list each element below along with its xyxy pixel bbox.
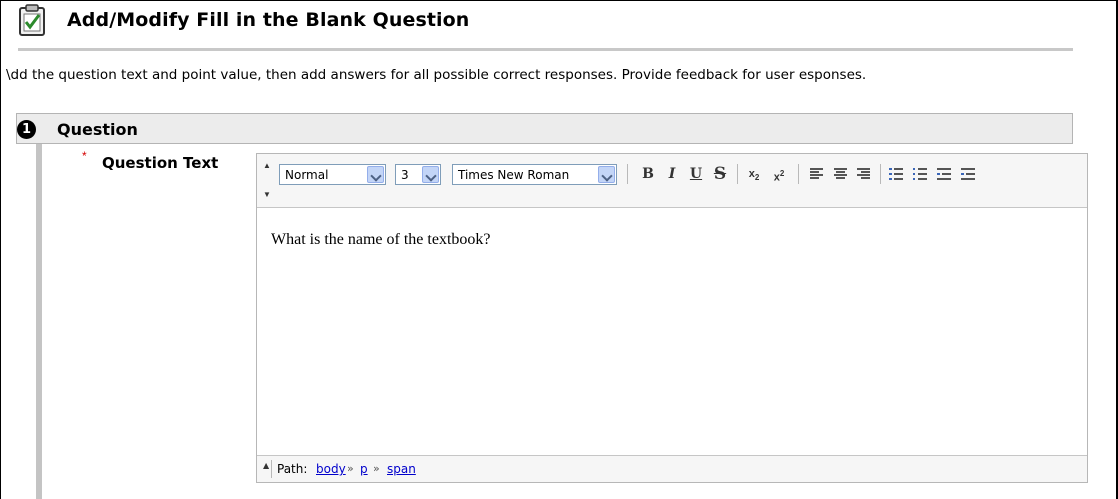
page-title: Add/Modify Fill in the Blank Question [67,9,470,31]
step-number-badge: 1 [17,120,36,139]
section-indent-rule [36,144,42,499]
path-link-p[interactable]: p [360,462,368,476]
instructions-text: \dd the question text and point value, t… [6,67,867,83]
numbered-list-icon[interactable] [889,167,903,181]
chevron-down-icon [422,166,439,183]
toolbar-separator [880,164,881,184]
toolbar-expand-icon[interactable]: ▼ [263,190,271,199]
rich-text-editor: ▲ ▼ Normal 3 Times New Roman B I U S x2 … [256,153,1088,483]
font-family-select[interactable]: Times New Roman [452,164,617,185]
font-size-select[interactable]: 3 [395,164,441,185]
font-family-value: Times New Roman [458,168,570,182]
path-separator: » [347,462,354,475]
align-right-icon[interactable] [857,168,870,180]
bulleted-list-icon[interactable] [913,167,927,181]
path-link-body[interactable]: body [316,462,346,476]
path-bar-toggle-icon[interactable]: ▲ [263,461,269,470]
bold-button[interactable]: B [638,164,658,184]
toolbar-collapse-icon[interactable]: ▲ [263,161,271,170]
path-link-span[interactable]: span [387,462,416,476]
font-size-value: 3 [401,168,409,182]
path-divider [271,460,272,478]
paragraph-style-value: Normal [285,168,329,182]
paragraph-style-select[interactable]: Normal [279,164,386,185]
question-text-label: Question Text [102,154,219,172]
path-separator: » [373,462,380,475]
path-label: Path: [277,462,308,476]
underline-button[interactable]: U [686,164,706,184]
outdent-icon[interactable] [937,167,951,181]
indent-icon[interactable] [961,167,975,181]
editor-toolbar: ▲ ▼ Normal 3 Times New Roman B I U S x2 … [257,154,1087,208]
section-header-question: 1 Question [16,113,1073,144]
required-marker: * [82,149,87,163]
toolbar-separator [737,164,738,184]
chevron-down-icon [598,166,615,183]
strikethrough-button[interactable]: S [710,164,730,184]
toolbar-separator [798,164,799,184]
editor-path-bar: ▲ Path: body » p » span [257,455,1087,482]
italic-button[interactable]: I [662,164,682,184]
subscript-button[interactable]: x2 [744,164,764,184]
superscript-button[interactable]: x2 [769,164,789,184]
section-title: Question [57,120,138,139]
toolbar-separator [627,164,628,184]
title-divider [18,48,1073,51]
align-left-icon[interactable] [810,168,823,180]
chevron-down-icon [367,166,384,183]
align-center-icon[interactable] [834,168,847,180]
clipboard-check-icon [19,4,45,36]
editor-content-area[interactable]: What is the name of the textbook? [257,209,1087,456]
question-text-content: What is the name of the textbook? [271,231,491,248]
